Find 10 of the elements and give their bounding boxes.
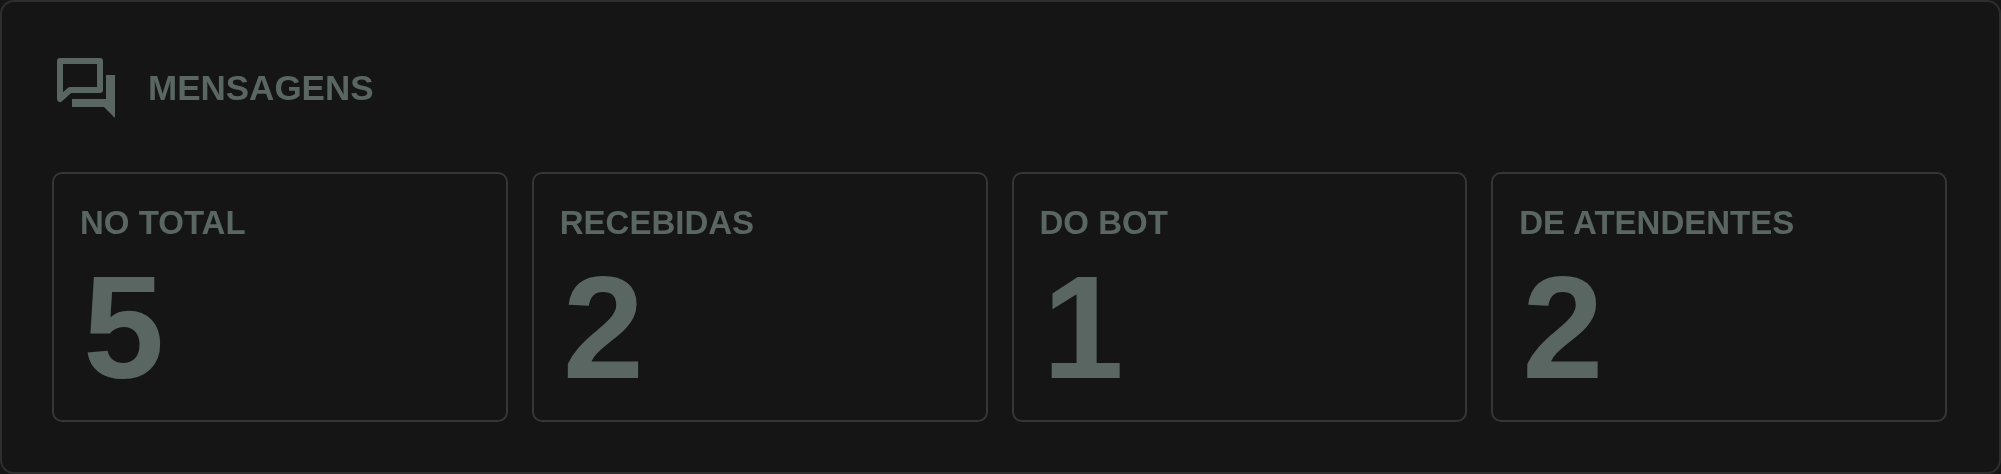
stat-label: DE ATENDENTES — [1519, 206, 1796, 239]
stat-value: 1 — [1042, 255, 1125, 401]
stat-label: DO BOT — [1039, 206, 1169, 239]
stat-label: RECEBIDAS — [559, 206, 756, 239]
stat-value: 5 — [83, 255, 166, 401]
stat-label: NO TOTAL — [80, 206, 247, 239]
panel-title: MENSAGENS — [148, 68, 374, 108]
stat-value: 2 — [1522, 255, 1605, 401]
chat-icon — [57, 58, 118, 118]
stat-value: 2 — [562, 255, 645, 401]
